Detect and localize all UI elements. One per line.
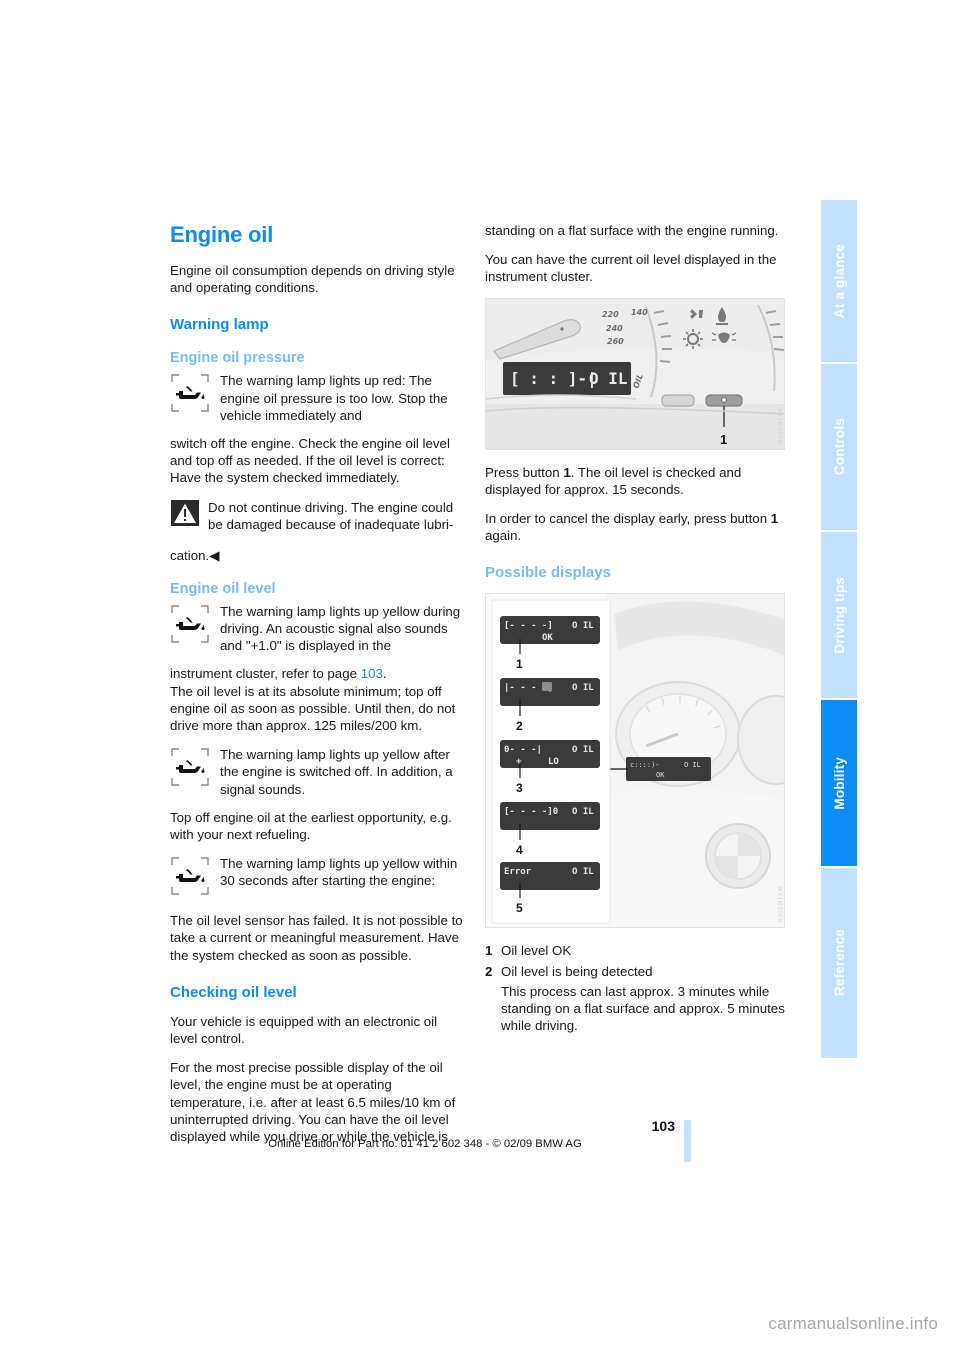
svg-text:O IL: O IL (572, 807, 594, 817)
intro-paragraph: Engine oil consumption depends on drivin… (170, 263, 455, 296)
tab-label: Mobility (831, 756, 847, 810)
legend-label: Oil level is being detected (501, 963, 653, 979)
heading-warning-lamp: Warning lamp (170, 316, 269, 334)
svg-text:[- - - -]0: [- - - -]0 (504, 807, 558, 817)
figure-code: WX1MS0PK (776, 886, 782, 924)
oil-level-2-cont: Top off engine oil at the earliest oppor… (170, 809, 452, 843)
right-continuation-para1: standing on a flat surface with the engi… (485, 223, 779, 238)
footer: Online Edition for Part no. 01 41 2 602 … (170, 1118, 680, 1150)
legend-number: 1 (485, 943, 493, 959)
manual-page: At a glance Controls Driving tips Mobili… (0, 0, 960, 1358)
site-watermark: carmanualsonline.info (768, 1314, 938, 1333)
svg-text:5: 5 (516, 901, 523, 915)
svg-text:4: 4 (516, 843, 523, 857)
tab-driving-tips[interactable]: Driving tips (821, 532, 857, 698)
figure-instrument-cluster: 220 140 240 260 OIL [::]-| O IL 1 WX1… (485, 297, 785, 450)
tab-label: Controls (831, 418, 847, 476)
legend-row-1: 1 Oil level OK (485, 942, 785, 959)
warning-triangle-icon (171, 499, 199, 526)
right-text-column: standing on a flat surface with the engi… (485, 222, 785, 1034)
oil-can-warning-lamp-icon (170, 856, 210, 896)
page-reference-link[interactable]: 103 (361, 666, 383, 681)
page-marker-bar (684, 1120, 691, 1162)
lamp-block-oil-pressure: The warning lamp lights up red: The engi… (170, 372, 466, 424)
oil-can-warning-lamp-icon (170, 747, 210, 787)
checking-oil-level-para1: Your vehicle is equipped with an electro… (170, 1013, 438, 1047)
oil-can-warning-lamp-icon (170, 373, 210, 413)
tab-label: Reference (831, 929, 847, 997)
lamp-text-oil-pressure: The warning lamp lights up red: The engi… (220, 373, 448, 423)
page-title: Engine oil (170, 222, 274, 247)
svg-text:OK: OK (542, 633, 553, 643)
legend-detail-2: This process can last approx. 3 minutes … (501, 983, 785, 1034)
heading-checking-oil-level: Checking oil level (170, 983, 297, 1001)
lamp-text-oil-level-3: The warning lamp lights up yellow within… (220, 856, 458, 889)
tab-label: At a glance (831, 243, 847, 319)
svg-text:O IL: O IL (572, 745, 594, 755)
warning-notice-oil-pressure: Do not continue driving. The engine coul… (170, 499, 466, 537)
svg-text:O IL: O IL (572, 683, 594, 693)
figure-possible-displays: c::::)- O IL OK [- - - -] O IL OK 1 |- -… (485, 593, 785, 929)
right-continuation-para2: You can have the current oil level displ… (485, 252, 777, 285)
svg-text:c::::)-: c::::)- (630, 761, 660, 769)
svg-text:[- - - -]: [- - - -] (504, 621, 553, 631)
lamp-text-oil-level-2: The warning lamp lights up yellow after … (220, 747, 453, 797)
svg-text:O IL: O IL (589, 369, 628, 388)
svg-text:220: 220 (602, 310, 619, 319)
svg-text:140: 140 (631, 308, 648, 317)
svg-text:LO: LO (548, 757, 559, 767)
svg-text:O IL: O IL (572, 867, 594, 877)
svg-text:+: + (516, 757, 522, 767)
svg-text:3: 3 (516, 781, 523, 795)
heading-possible-displays: Possible displays (485, 564, 611, 582)
svg-text:Error: Error (504, 867, 532, 877)
footer-edition-line: Online Edition for Part no. 01 41 2 602 … (268, 1138, 582, 1150)
svg-text:OK: OK (656, 771, 665, 779)
oil-level-1-cont-post: . (382, 666, 387, 682)
tab-controls[interactable]: Controls (821, 364, 857, 530)
legend-row-2: 2 Oil level is being detected (485, 963, 785, 980)
warning-notice-tail: cation.◀ (170, 547, 220, 563)
lamp-block-oil-level-2: The warning lamp lights up yellow after … (170, 746, 466, 798)
svg-text:1: 1 (720, 432, 727, 447)
svg-text:O IL: O IL (684, 761, 701, 769)
oil-pressure-continuation: switch off the engine. Check the engine … (170, 436, 450, 486)
lamp-block-oil-level-3: The warning lamp lights up yellow within… (170, 855, 466, 901)
tab-label: Driving tips (831, 576, 847, 654)
svg-text:2: 2 (516, 719, 523, 733)
press-button-paragraph: Press button 1. The oil level is checked… (485, 464, 742, 497)
oil-can-warning-lamp-icon (170, 604, 210, 644)
button-ref-1b: 1 (770, 511, 779, 527)
possible-displays-legend: 1 Oil level OK 2 Oil level is being dete… (485, 942, 785, 1034)
legend-label: Oil level OK (501, 943, 572, 959)
figure-code: WX1MS0PK (776, 407, 782, 445)
heading-engine-oil-pressure: Engine oil pressure (170, 350, 305, 367)
oil-level-1-cont2: The oil level is at its absolute minimum… (170, 683, 456, 734)
lamp-text-oil-level-1: The warning lamp lights up yellow during… (220, 603, 461, 654)
section-tab-rail: At a glance Controls Driving tips Mobili… (821, 200, 857, 1100)
legend-number: 2 (485, 963, 493, 979)
button-ref-1: 1 (563, 464, 571, 480)
left-text-column: Engine oil Engine oil consumption depend… (170, 222, 466, 1157)
svg-text:0- - -|: 0- - -| (504, 745, 542, 755)
tab-reference[interactable]: Reference (821, 868, 857, 1058)
heading-engine-oil-level: Engine oil level (170, 580, 276, 597)
svg-text:260: 260 (607, 337, 624, 346)
svg-text:240: 240 (606, 324, 623, 333)
tab-at-a-glance[interactable]: At a glance (821, 200, 857, 362)
cancel-display-paragraph: In order to cancel the display early, pr… (485, 511, 779, 544)
svg-text:1: 1 (516, 657, 523, 671)
tab-mobility[interactable]: Mobility (821, 700, 857, 866)
svg-text:O IL: O IL (572, 621, 594, 631)
oil-level-3-cont: The oil level sensor has failed. It is n… (170, 913, 463, 963)
svg-text:[ : : ]-|: [ : : ]-| (510, 369, 597, 389)
lamp-block-oil-level-1: The warning lamp lights up yellow during… (170, 603, 466, 655)
warning-notice-text: Do not continue driving. The engine coul… (208, 499, 454, 532)
oil-level-1-cont-pre: instrument cluster, refer to page (170, 666, 361, 682)
